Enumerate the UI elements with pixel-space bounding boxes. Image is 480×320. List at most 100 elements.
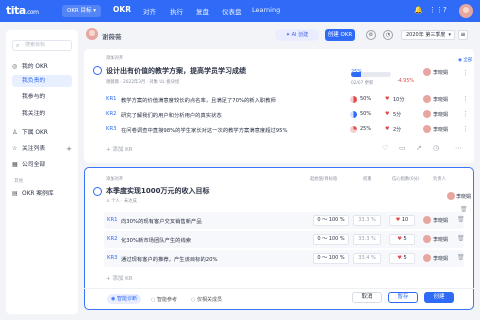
owner-avatar bbox=[423, 68, 431, 76]
kr-progress: 25% bbox=[360, 126, 372, 132]
kr-text[interactable]: 研究了解我们的用户和分析用户的真实状态 bbox=[121, 111, 222, 119]
align-tag[interactable]: 添加对齐 bbox=[106, 176, 123, 182]
sidebar-item-participating[interactable]: 我参与的 bbox=[12, 91, 72, 103]
more-icon[interactable]: ⋮ bbox=[462, 69, 469, 77]
more-icon[interactable]: ⋯ bbox=[455, 144, 462, 152]
kr-text-input[interactable]: 向30%的现有客户交叉销售新产品 bbox=[121, 217, 202, 225]
range-input[interactable]: 0 ～ 100 % bbox=[313, 253, 349, 264]
nav-okr[interactable]: OKR bbox=[113, 5, 131, 14]
share-icon[interactable]: ↗ bbox=[416, 144, 422, 152]
period-select[interactable]: ▾ 2020年 第三季度 bbox=[401, 30, 455, 40]
objective-title-input[interactable]: 本季度实现1000万元的收入目标 bbox=[106, 186, 209, 196]
history-icon[interactable]: ◷ bbox=[433, 144, 439, 152]
nav-execute[interactable]: 执行 bbox=[170, 6, 183, 16]
kr-owner[interactable]: 李晓娟 bbox=[433, 236, 448, 243]
kr-progress-ring bbox=[350, 126, 357, 133]
kr-owner[interactable]: 李晓娟 bbox=[433, 217, 448, 224]
weight-input[interactable]: 33.3 % bbox=[353, 234, 381, 245]
weight-input[interactable]: 33.4 % bbox=[353, 253, 381, 264]
heart-icon: ♥ bbox=[385, 111, 390, 117]
sidebar: ⌕ 搜索目标 ◎ 我的 OKR 我负责的 我参与的 我关注的 ♙ 下属 OKR ☆ 关注… bbox=[6, 30, 78, 314]
grid-icon[interactable]: ⋮⋮ bbox=[429, 6, 443, 14]
sidebar-item-my-okr[interactable]: ◎ 我的 OKR bbox=[12, 61, 72, 73]
tita-logo[interactable]: tita.com bbox=[6, 4, 39, 17]
more-icon[interactable]: ⋮ bbox=[462, 95, 469, 103]
ack-filter[interactable]: ◉ 全部 bbox=[458, 57, 472, 63]
building-icon: ▦ bbox=[12, 161, 18, 168]
align-tag[interactable]: 添加对齐 bbox=[106, 55, 123, 61]
delete-icon[interactable]: 🗑 bbox=[457, 254, 465, 261]
confidence-input[interactable]: ♥ 5 bbox=[389, 234, 415, 245]
kr-progress: 50% bbox=[360, 111, 372, 117]
range-input[interactable]: 0 ～ 100 % bbox=[313, 215, 349, 226]
owner-avatar bbox=[423, 95, 431, 103]
kr-text-input[interactable]: 化30%新市场团队产生的线索 bbox=[121, 236, 191, 244]
add-kr-button[interactable]: + 添加 KR bbox=[106, 274, 133, 282]
nav-dashboard[interactable]: 仪表盘 bbox=[222, 6, 242, 16]
sidebar-item-responsible[interactable]: 我负责的 bbox=[12, 75, 72, 87]
sidebar-item-subordinate[interactable]: ♙ 下属 OKR bbox=[12, 127, 72, 139]
owner-avatar bbox=[423, 216, 431, 224]
workspace-selector[interactable]: OKR 目标 ▾ bbox=[62, 5, 102, 17]
nav-learning[interactable]: Learning bbox=[252, 6, 280, 14]
objective-meta: 谢薇薇 · 2022年3月 · 对象 UL 板块组 bbox=[106, 80, 180, 85]
search-input[interactable]: ⌕ 搜索目标 bbox=[12, 40, 72, 51]
objective-meta: ♙ 个人 · 未达成 bbox=[106, 199, 137, 204]
chart-icon[interactable]: ◔ bbox=[383, 30, 393, 40]
bell-icon[interactable]: 🔔 bbox=[414, 6, 423, 14]
members-only-toggle[interactable]: ◌ 仅相关成员 bbox=[191, 296, 222, 303]
progress-bar bbox=[351, 72, 391, 77]
sidebar-item-watchlist[interactable]: ☆ 关注列表 + bbox=[12, 143, 72, 155]
confidence-input[interactable]: ♥ 5 bbox=[389, 253, 415, 264]
sidebar-item-case-library[interactable]: ▤ OKR 案例库 bbox=[12, 188, 72, 200]
create-button[interactable]: 创建 bbox=[424, 292, 454, 303]
kr-code: KR2 bbox=[106, 111, 117, 117]
add-icon[interactable]: + bbox=[66, 143, 72, 155]
owner-avatar bbox=[423, 254, 431, 262]
cancel-button[interactable]: 取消 bbox=[352, 292, 382, 303]
delete-icon[interactable]: 🗑 bbox=[457, 235, 465, 242]
weight-input[interactable]: 33.3 % bbox=[353, 215, 381, 226]
kr-owner[interactable]: 李晓娟 bbox=[433, 255, 448, 262]
kr-text-input[interactable]: 通过现有客户的推荐，产生该目标的20% bbox=[121, 255, 218, 263]
kr-text[interactable]: 教学方案的价值满意度较长的点名率，且满足了70%的新入职教师 bbox=[121, 96, 276, 104]
kr-owner: 李晓娟 bbox=[433, 112, 449, 118]
owner-avatar bbox=[423, 110, 431, 118]
owner-name[interactable]: 李晓娟 bbox=[456, 193, 471, 200]
kr-text[interactable]: 在问卷调查中直接98%的学生家长对这一次的教学方案满意度超过95% bbox=[121, 126, 288, 134]
owner-name: 李晓娟 bbox=[433, 70, 449, 76]
sidebar-item-following[interactable]: 我关注的 bbox=[12, 108, 72, 120]
create-okr-button[interactable]: 创建 OKR bbox=[325, 29, 355, 41]
col-header-confidence: 信心指数(0分) bbox=[392, 177, 420, 182]
sidebar-item-company[interactable]: ▦ 公司全部 bbox=[12, 159, 72, 171]
help-icon[interactable]: ? bbox=[443, 6, 447, 14]
progress-change: -4.95% bbox=[397, 79, 414, 84]
divider bbox=[84, 288, 474, 289]
settings-icon[interactable]: ⚙ bbox=[366, 30, 376, 40]
filter-icon[interactable]: ≡ bbox=[458, 30, 468, 40]
more-icon[interactable]: ⋮ bbox=[462, 125, 469, 133]
delete-icon[interactable]: 🗑 bbox=[457, 216, 465, 223]
like-icon[interactable]: ♡ bbox=[382, 144, 388, 152]
add-kr-button[interactable]: + 添加 KR bbox=[106, 145, 133, 153]
owner-avatar bbox=[423, 235, 431, 243]
ai-create-button[interactable]: ✦ AI 创建 bbox=[275, 29, 319, 41]
kr-progress: 50% bbox=[360, 96, 372, 102]
smart-diagnose-tab[interactable]: ◉ 智能诊断 bbox=[107, 294, 141, 304]
kr-code: KR3 bbox=[107, 255, 118, 261]
objective-icon bbox=[93, 66, 102, 75]
smart-reference-tab[interactable]: ◌ 智能参考 bbox=[151, 296, 177, 303]
col-header-weight: 权重 bbox=[363, 177, 372, 182]
range-input[interactable]: 0 ～ 100 % bbox=[313, 234, 349, 245]
owner-avatar bbox=[423, 125, 431, 133]
confidence-input[interactable]: ♥ 10 bbox=[389, 215, 415, 226]
user-avatar[interactable] bbox=[459, 4, 473, 18]
book-icon: ▤ bbox=[12, 190, 18, 197]
more-icon[interactable]: ⋮ bbox=[462, 110, 469, 118]
comment-icon[interactable]: ▭ bbox=[399, 144, 406, 152]
save-draft-button[interactable]: 暂存 bbox=[388, 292, 418, 303]
objective-title[interactable]: 设计出有价值的教学方案，提高学员学习成绩 bbox=[106, 66, 246, 76]
kr-code: KR3 bbox=[106, 126, 117, 132]
nav-review[interactable]: 复盘 bbox=[196, 6, 209, 16]
nav-align[interactable]: 对齐 bbox=[143, 6, 156, 16]
